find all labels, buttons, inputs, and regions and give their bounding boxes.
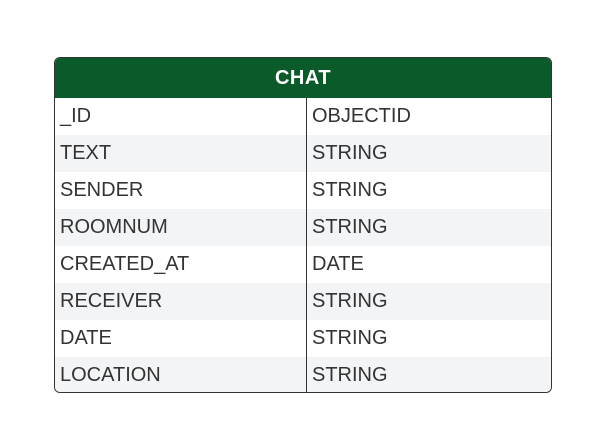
entity-chat[interactable]: CHAT _ID OBJECTID TEXT STRING SENDER STR… (54, 57, 552, 393)
field-name: _ID (60, 105, 92, 127)
field-type: STRING (312, 179, 388, 201)
field-name: ROOMNUM (60, 216, 168, 238)
field-row[interactable]: CREATED_AT DATE (55, 246, 551, 283)
field-name: TEXT (60, 142, 112, 164)
field-name: LOCATION (60, 364, 161, 386)
field-type: STRING (312, 290, 388, 312)
column-divider (306, 98, 307, 392)
field-list: _ID OBJECTID TEXT STRING SENDER STRING R… (55, 98, 551, 392)
field-row[interactable]: RECEIVER STRING (55, 283, 551, 320)
field-row[interactable]: LOCATION STRING (55, 357, 551, 392)
field-type: OBJECTID (312, 105, 411, 127)
field-row[interactable]: SENDER STRING (55, 172, 551, 209)
field-type: STRING (312, 327, 388, 349)
field-name: DATE (60, 327, 112, 349)
field-type: STRING (312, 216, 388, 238)
field-row[interactable]: ROOMNUM STRING (55, 209, 551, 246)
field-type: STRING (312, 142, 388, 164)
field-name: RECEIVER (60, 290, 163, 312)
field-name: SENDER (60, 179, 144, 201)
field-row[interactable]: DATE STRING (55, 320, 551, 357)
field-type: DATE (312, 253, 364, 275)
entity-title: CHAT (55, 58, 551, 98)
field-type: STRING (312, 364, 388, 386)
field-name: CREATED_AT (60, 253, 190, 275)
field-row[interactable]: TEXT STRING (55, 135, 551, 172)
field-row[interactable]: _ID OBJECTID (55, 98, 551, 135)
